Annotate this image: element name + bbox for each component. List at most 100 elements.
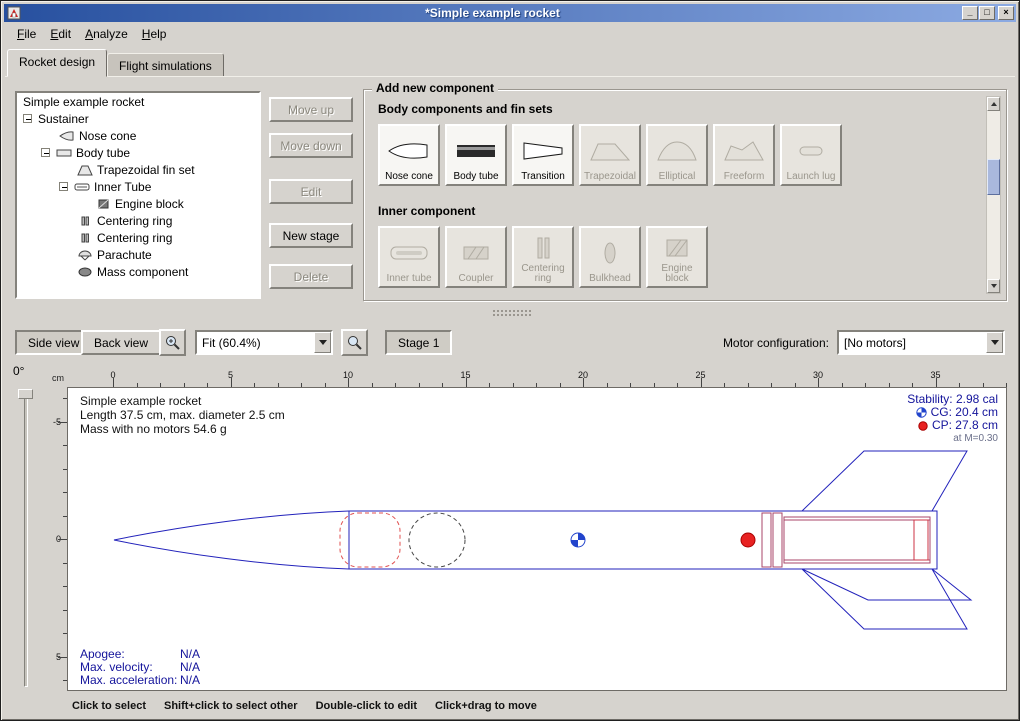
menu-analyze[interactable]: Analyze	[78, 25, 135, 43]
scroll-up-icon[interactable]	[987, 97, 1000, 111]
move-down-button: Move down	[269, 133, 353, 158]
maximize-button[interactable]: □	[979, 6, 995, 20]
tree-item-sustainer[interactable]: Sustainer	[17, 110, 259, 127]
rocket-canvas[interactable]: Simple example rocket Length 37.5 cm, ma…	[67, 387, 1007, 691]
fin-set-icon	[77, 164, 93, 176]
inner-tube-icon	[74, 181, 90, 193]
menu-bar: File Edit Analyze Help	[4, 23, 1016, 44]
centering-ring-shape	[762, 513, 771, 567]
mach-condition: at M=0.30	[953, 432, 998, 445]
scrollbar-thumb[interactable]	[987, 159, 1000, 195]
rocket-dimensions: Length 37.5 cm, max. diameter 2.5 cm	[80, 408, 285, 422]
tree-item-inner-tube[interactable]: Inner Tube	[17, 178, 259, 195]
tree-item-rocket[interactable]: Simple example rocket	[17, 93, 259, 110]
mass-component-icon	[77, 266, 93, 278]
centering-ring-shape	[773, 513, 782, 567]
add-engine-block-button: Engine block	[646, 226, 708, 288]
chevron-down-icon[interactable]	[986, 332, 1003, 353]
freeform-fin-icon	[722, 138, 766, 164]
menu-help[interactable]: Help	[135, 25, 174, 43]
app-icon	[7, 6, 21, 20]
tree-item-body-tube[interactable]: Body tube	[17, 144, 259, 161]
rocket-name: Simple example rocket	[80, 394, 285, 408]
add-body-tube-button[interactable]: Body tube	[445, 124, 507, 186]
horizontal-ruler: 0 5 10 15 20 25 30 35	[67, 370, 1007, 387]
rotation-angle-label: 0°	[13, 364, 24, 378]
back-view-button[interactable]: Back view	[81, 330, 161, 355]
tree-item-nose-cone[interactable]: Nose cone	[17, 127, 259, 144]
status-bar: Click to select Shift+click to select ot…	[4, 695, 1016, 717]
minimize-button[interactable]: _	[962, 6, 978, 20]
add-nose-cone-button[interactable]: Nose cone	[378, 124, 440, 186]
motor-configuration-select[interactable]: [No motors]	[837, 330, 1005, 355]
new-stage-button[interactable]: New stage	[269, 223, 353, 248]
tab-flight-simulations[interactable]: Flight simulations	[107, 53, 224, 77]
centering-ring-icon	[77, 215, 93, 227]
max-acceleration-value: N/A	[180, 674, 200, 687]
rocket-mass: Mass with no motors 54.6 g	[80, 422, 285, 436]
component-tree: Simple example rocket Sustainer Nose con…	[15, 91, 261, 299]
inner-tube-icon	[387, 240, 431, 266]
panel-divider	[5, 76, 1015, 77]
add-centering-ring-button: Centering ring	[512, 226, 574, 288]
fin-upper-shape	[802, 451, 967, 511]
tab-strip: Rocket design Flight simulations	[7, 49, 224, 77]
inner-component-label: Inner component	[378, 204, 475, 218]
add-transition-button[interactable]: Transition	[512, 124, 574, 186]
tree-item-centering-ring-2[interactable]: Centering ring	[17, 229, 259, 246]
tree-item-centering-ring-1[interactable]: Centering ring	[17, 212, 259, 229]
add-launch-lug-button: Launch lug	[780, 124, 842, 186]
expander-minus-icon[interactable]	[23, 114, 32, 123]
launch-lug-icon	[789, 138, 833, 164]
move-up-button: Move up	[269, 97, 353, 122]
trapezoidal-fin-icon	[588, 138, 632, 164]
inner-tube-wall	[784, 520, 930, 560]
delete-button: Delete	[269, 264, 353, 289]
mass-component-outline	[409, 513, 465, 567]
magnifier-icon	[346, 334, 363, 351]
rotation-slider-handle[interactable]	[18, 389, 33, 399]
edit-button: Edit	[269, 179, 353, 204]
nose-cone-icon	[59, 130, 75, 142]
nose-cone-icon	[387, 138, 431, 164]
add-inner-tube-button: Inner tube	[378, 226, 440, 288]
tab-rocket-design[interactable]: Rocket design	[7, 49, 107, 77]
zoom-fit-button[interactable]	[341, 329, 368, 356]
zoom-in-button[interactable]	[159, 329, 186, 356]
tree-item-parachute[interactable]: Parachute	[17, 246, 259, 263]
zoom-level-select[interactable]: Fit (60.4%)	[195, 330, 333, 355]
parachute-icon	[77, 249, 93, 261]
stage-1-toggle[interactable]: Stage 1	[385, 330, 452, 355]
tree-item-mass-component[interactable]: Mass component	[17, 263, 259, 280]
add-new-component-group: Add new component Body components and fi…	[363, 89, 1007, 301]
rotation-slider-track	[24, 391, 28, 687]
menu-file[interactable]: File	[10, 25, 43, 43]
add-trapezoidal-fin-button: Trapezoidal	[579, 124, 641, 186]
body-tube-icon	[454, 138, 498, 164]
rocket-info: Simple example rocket Length 37.5 cm, ma…	[80, 394, 285, 436]
splitter-handle[interactable]	[493, 310, 531, 316]
chevron-down-icon[interactable]	[314, 332, 331, 353]
hint-shift-click: Shift+click to select other	[164, 700, 298, 712]
expander-minus-icon[interactable]	[59, 182, 68, 191]
cp-value: CP: 27.8 cm	[932, 419, 998, 432]
body-tube-icon	[56, 147, 72, 159]
engine-block-shape	[914, 520, 928, 560]
transition-icon	[521, 138, 565, 164]
magnifier-icon	[164, 334, 181, 351]
vertical-ruler: -5 0 5	[49, 387, 67, 691]
menu-edit[interactable]: Edit	[43, 25, 78, 43]
tree-item-trapezoidal-fin-set[interactable]: Trapezoidal fin set	[17, 161, 259, 178]
engine-block-icon	[95, 198, 111, 210]
flight-info: Apogee:N/A Max. velocity:N/A Max. accele…	[80, 648, 200, 687]
window-controls: _ □ ×	[961, 6, 1014, 20]
cp-icon	[918, 421, 928, 431]
tree-item-engine-block[interactable]: Engine block	[17, 195, 259, 212]
group-title: Add new component	[372, 81, 498, 95]
ruler-unit-label: cm	[49, 373, 67, 383]
scroll-down-icon[interactable]	[987, 279, 1000, 293]
coupler-icon	[454, 240, 498, 266]
add-elliptical-fin-button: Elliptical	[646, 124, 708, 186]
expander-minus-icon[interactable]	[41, 148, 50, 157]
close-button[interactable]: ×	[998, 6, 1014, 20]
